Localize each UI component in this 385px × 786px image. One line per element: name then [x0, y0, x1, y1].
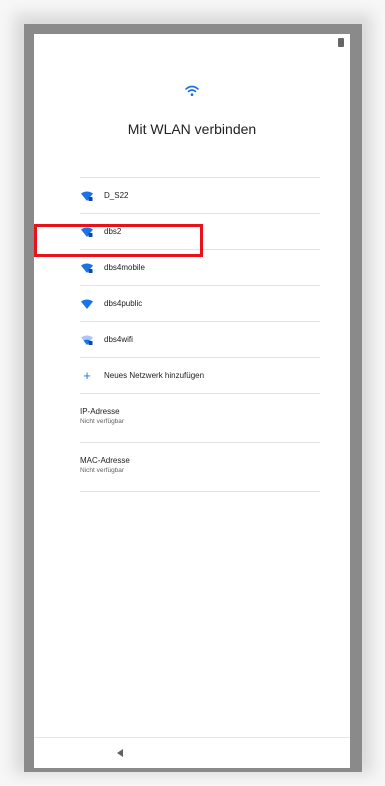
network-item-dbs4wifi[interactable]: dbs4wifi: [80, 322, 320, 358]
mac-address-block: MAC-Adresse Nicht verfügbar: [80, 443, 320, 492]
back-triangle-icon: [117, 749, 123, 757]
add-network-label: Neues Netzwerk hinzufügen: [104, 371, 205, 380]
navigation-bar: [34, 737, 350, 768]
plus-icon: +: [83, 367, 91, 383]
screen: Mit WLAN verbinden D_S22 dbs2 dbs4mobile…: [34, 34, 350, 768]
back-button[interactable]: [114, 746, 126, 758]
mac-address-value: Nicht verfügbar: [80, 467, 125, 474]
network-label: D_S22: [104, 191, 129, 200]
ip-address-block: IP-Adresse Nicht verfügbar: [80, 394, 320, 443]
wifi-locked-icon: [81, 263, 93, 273]
wifi-locked-weak-icon: [81, 335, 93, 345]
wifi-icon: [185, 85, 199, 96]
wifi-header: [34, 84, 350, 102]
wifi-locked-icon: [81, 191, 93, 201]
ip-address-title: IP-Adresse: [80, 407, 120, 416]
network-label: dbs4mobile: [104, 263, 145, 272]
network-label: dbs4wifi: [104, 335, 133, 344]
network-label: dbs4public: [104, 299, 143, 308]
network-item-dbs4public[interactable]: dbs4public: [80, 286, 320, 322]
page-title: Mit WLAN verbinden: [127, 121, 257, 137]
wifi-open-icon: [81, 299, 93, 309]
status-bar: [338, 38, 344, 47]
ip-address-value: Nicht verfügbar: [80, 418, 125, 425]
battery-icon: [338, 38, 344, 47]
add-network-button[interactable]: + Neues Netzwerk hinzufügen: [80, 358, 320, 394]
network-item-d-s22[interactable]: D_S22: [80, 178, 320, 214]
stage: Mit WLAN verbinden D_S22 dbs2 dbs4mobile…: [0, 0, 385, 786]
mac-address-title: MAC-Adresse: [80, 456, 130, 465]
highlight-annotation: [34, 224, 203, 257]
